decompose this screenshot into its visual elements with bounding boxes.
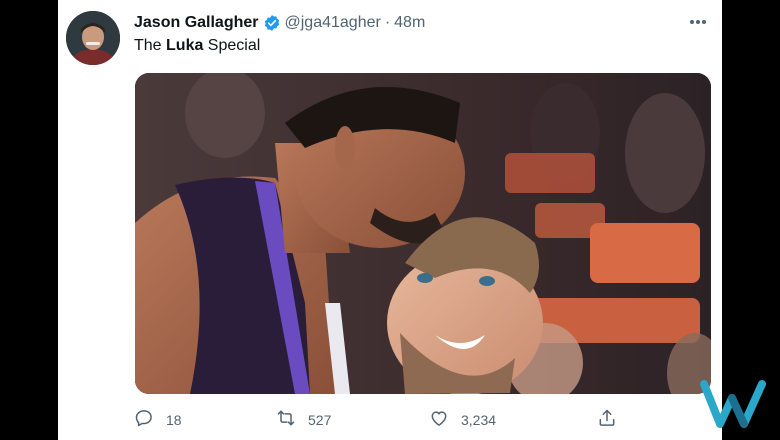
tweet-card: Jason Gallagher @jga41agher · 48m The Lu… bbox=[58, 0, 722, 440]
share-icon bbox=[597, 408, 617, 431]
tweet-timestamp[interactable]: 48m bbox=[394, 14, 425, 32]
heart-icon bbox=[429, 408, 449, 431]
reply-count: 18 bbox=[166, 411, 182, 428]
retweet-button[interactable]: 527 bbox=[276, 408, 331, 431]
retweet-count: 527 bbox=[308, 411, 332, 428]
tweet-photo[interactable] bbox=[135, 73, 711, 394]
tweet-text-part: Special bbox=[203, 37, 261, 54]
tweet-text-part: The bbox=[134, 37, 167, 54]
tweet-text: The Luka Special bbox=[134, 37, 260, 55]
tweet-text-bold: Luka bbox=[166, 37, 204, 54]
more-options-icon[interactable] bbox=[688, 12, 708, 32]
tweet-header: Jason Gallagher @jga41agher · 48m bbox=[134, 12, 425, 34]
like-count: 3,234 bbox=[461, 411, 497, 428]
reply-icon bbox=[134, 408, 154, 431]
header-separator: · bbox=[384, 14, 391, 31]
w-logo-icon bbox=[700, 378, 772, 430]
author-avatar[interactable] bbox=[66, 11, 120, 65]
reply-button[interactable]: 18 bbox=[134, 408, 182, 431]
retweet-icon bbox=[276, 408, 296, 431]
share-button[interactable] bbox=[597, 408, 617, 431]
author-name[interactable]: Jason Gallagher bbox=[134, 14, 259, 32]
verified-badge-icon bbox=[263, 14, 281, 32]
like-button[interactable]: 3,234 bbox=[429, 408, 496, 431]
author-handle[interactable]: @jga41agher bbox=[285, 14, 381, 32]
tweet-actions: 18 527 3,234 bbox=[134, 408, 634, 434]
